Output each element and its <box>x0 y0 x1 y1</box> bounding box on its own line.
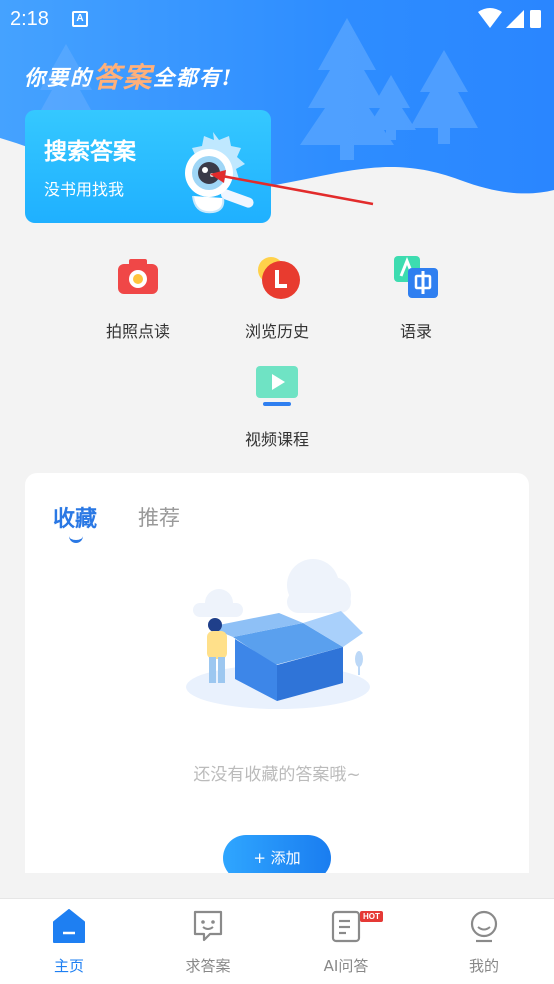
shortcut-label: 语录 <box>399 322 432 341</box>
profile-icon <box>470 910 498 943</box>
shortcut-photo-read[interactable]: 拍照点读 <box>78 254 198 342</box>
empty-state-text: 还没有收藏的答案哦~ <box>193 765 361 785</box>
shortcut-history[interactable]: 浏览历史 <box>217 254 337 342</box>
nav-label: AI问答 <box>323 957 369 975</box>
hot-badge: HOT <box>360 911 383 922</box>
chat-icon <box>193 910 223 942</box>
history-icon <box>258 257 300 299</box>
shortcut-label: 拍照点读 <box>105 322 170 341</box>
collection-card: 收藏 推荐 还没有收藏的答案哦~ + 添加 <box>25 473 529 873</box>
home-icon <box>53 909 85 943</box>
translate-icon <box>394 256 438 298</box>
shortcut-video-course[interactable]: 视频课程 <box>217 362 337 450</box>
add-button[interactable]: + 添加 <box>223 835 331 873</box>
tab-indicator <box>69 535 83 543</box>
shortcut-label: 视频课程 <box>244 430 309 449</box>
empty-box-illustration <box>186 559 370 709</box>
shortcut-label: 浏览历史 <box>244 322 309 341</box>
shortcut-quotes[interactable]: 语录 <box>356 254 476 342</box>
annotation-arrow <box>210 170 374 206</box>
tab-favorites[interactable]: 收藏 <box>53 501 97 533</box>
nav-label: 求答案 <box>185 957 231 975</box>
nav-label: 主页 <box>53 957 84 975</box>
app-screen: 2:18 A 你要的答案全都有! 搜索答案 没书用找我 拍照点读 浏览历史 语录… <box>0 0 554 984</box>
video-icon <box>256 366 298 406</box>
camera-icon <box>118 259 158 294</box>
ai-doc-icon <box>331 910 361 943</box>
tab-recommended[interactable]: 推荐 <box>138 502 180 532</box>
nav-label: 我的 <box>468 957 499 975</box>
bottom-navigation: 主页 求答案 HOT AI问答 我的 <box>0 898 554 984</box>
